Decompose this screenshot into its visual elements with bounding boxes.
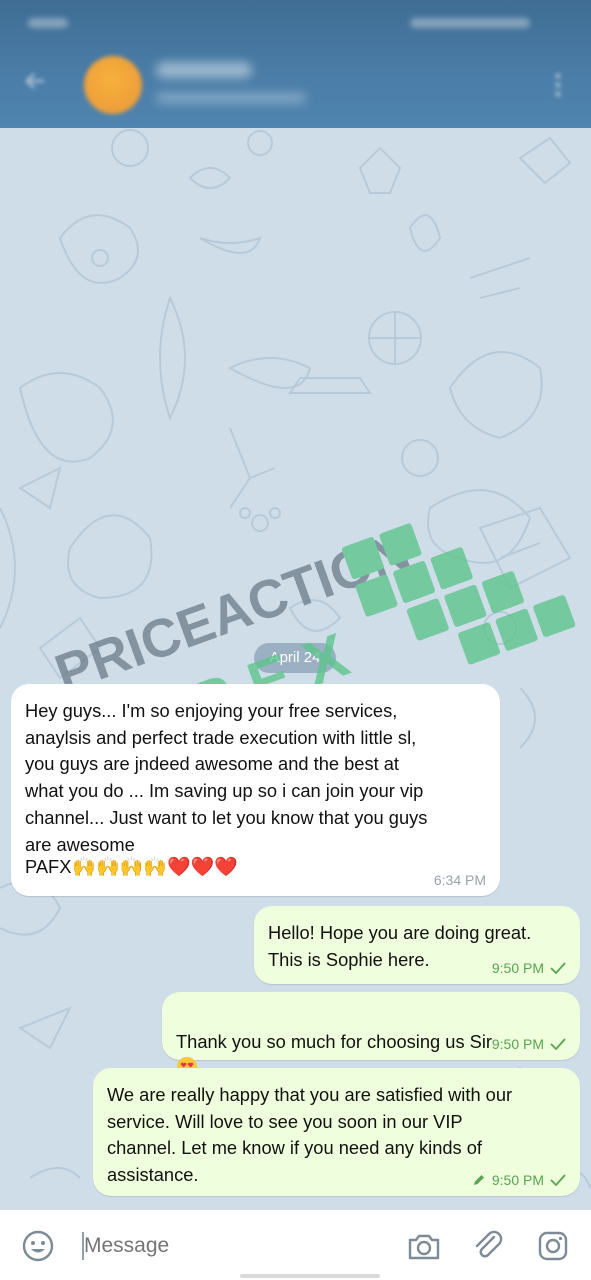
message-time-status: 9:50 PM bbox=[472, 1172, 566, 1188]
message-time-status: 9:50 PM bbox=[492, 960, 566, 976]
message-composer bbox=[0, 1210, 591, 1280]
back-arrow-icon[interactable] bbox=[24, 70, 46, 92]
message-text: Hey guys... I'm so enjoying your free se… bbox=[25, 700, 428, 855]
signoff-label: PAFX bbox=[25, 856, 72, 877]
message-input[interactable] bbox=[82, 1230, 384, 1262]
message-signoff: PAFX 🙌🙌🙌🙌❤️❤️❤️ bbox=[25, 855, 238, 879]
attach-icon[interactable] bbox=[470, 1228, 506, 1264]
message-time-status: 9:50 PM bbox=[492, 1036, 566, 1052]
emoji-reactions: 🙌🙌🙌🙌❤️❤️❤️ bbox=[72, 857, 238, 878]
date-separator: April 24 bbox=[254, 643, 336, 673]
camera-icon[interactable] bbox=[406, 1228, 442, 1264]
outgoing-message[interactable]: Thank you so much for choosing us Sir 9:… bbox=[162, 992, 580, 1078]
message-time: 6:34 PM bbox=[433, 872, 486, 888]
chat-header bbox=[0, 0, 591, 128]
sent-check-icon bbox=[550, 1038, 566, 1050]
edited-pencil-icon bbox=[473, 1175, 484, 1185]
sent-check-icon bbox=[550, 1174, 566, 1186]
contact-avatar[interactable] bbox=[84, 56, 142, 114]
outgoing-message[interactable]: Hello! Hope you are doing great. This is… bbox=[254, 906, 580, 984]
status-bar bbox=[28, 18, 530, 28]
more-options-icon[interactable] bbox=[548, 70, 568, 100]
home-indicator bbox=[240, 1274, 380, 1278]
contact-status bbox=[156, 92, 306, 104]
emoji-icon[interactable] bbox=[20, 1228, 56, 1264]
contact-name[interactable] bbox=[156, 62, 252, 78]
instagram-icon[interactable] bbox=[535, 1228, 571, 1264]
outgoing-message[interactable]: We are really happy that you are satisfi… bbox=[93, 1068, 580, 1196]
incoming-message[interactable]: Hey guys... I'm so enjoying your free se… bbox=[11, 684, 500, 896]
message-text: We are really happy that you are satisfi… bbox=[107, 1084, 513, 1186]
sent-check-icon bbox=[550, 962, 566, 974]
